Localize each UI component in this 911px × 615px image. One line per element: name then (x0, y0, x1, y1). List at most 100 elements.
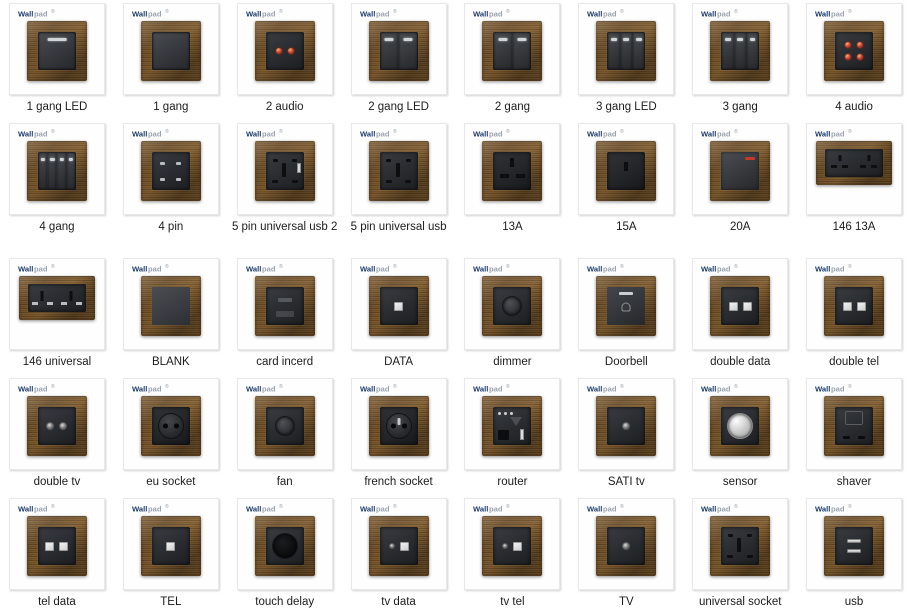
product-photo (465, 21, 559, 81)
svg-text:pad: pad (717, 9, 731, 18)
product-card[interactable]: Wall pad ® (122, 378, 219, 470)
product-card[interactable]: Wall pad ® (692, 378, 789, 470)
product-tile[interactable]: Wall pad ® 20A (683, 120, 797, 255)
product-card[interactable]: Wall pad ® (692, 258, 789, 350)
product-tile[interactable]: Wall pad ® french socket (342, 375, 456, 495)
product-card[interactable]: Wall pad ® (236, 3, 333, 95)
product-card[interactable]: Wall pad ® (578, 378, 675, 470)
product-card[interactable]: Wall pad ® (806, 378, 903, 470)
product-card[interactable]: Wall pad ® (236, 258, 333, 350)
product-tile[interactable]: Wall pad ® 2 gang LED (342, 0, 456, 120)
product-tile[interactable]: Wall pad ® 4 audio (797, 0, 911, 120)
product-card[interactable]: Wall pad ® (464, 378, 561, 470)
product-tile[interactable]: Wall pad ® card incerd (228, 255, 342, 375)
product-card[interactable]: Wall pad ® (236, 498, 333, 590)
product-card[interactable]: Wall pad ® (8, 123, 105, 215)
product-tile[interactable]: Wall pad ® tv tel (456, 495, 570, 615)
product-card[interactable]: Wall pad ® (8, 378, 105, 470)
svg-text:®: ® (165, 264, 169, 270)
svg-text:pad: pad (34, 129, 48, 138)
product-card[interactable]: Wall pad ® (692, 3, 789, 95)
product-card[interactable]: Wall pad ® (122, 3, 219, 95)
product-card[interactable]: Wall pad ® (122, 258, 219, 350)
product-card[interactable]: Wall pad ® (692, 498, 789, 590)
product-tile[interactable]: Wall pad ® dimmer (456, 255, 570, 375)
product-card[interactable]: Wall pad ® (806, 123, 903, 215)
product-card[interactable]: Wall pad ® (8, 258, 105, 350)
product-tile[interactable]: Wall pad ® TV (569, 495, 683, 615)
product-tile[interactable]: Wall pad ® 2 audio (228, 0, 342, 120)
product-tile[interactable]: Wall pad ® 5 pin universal usb (342, 120, 456, 255)
product-photo (10, 396, 104, 456)
product-tile[interactable]: Wall pad ® 13A (456, 120, 570, 255)
product-tile[interactable]: Wall pad ® tel data (0, 495, 114, 615)
product-tile[interactable]: Wall pad ® 3 gang LED (569, 0, 683, 120)
product-card[interactable]: Wall pad ® (806, 3, 903, 95)
product-card[interactable]: Wall pad ® (578, 498, 675, 590)
product-card[interactable]: Wall pad ® (806, 498, 903, 590)
product-card[interactable]: Wall pad ® (236, 123, 333, 215)
product-tile[interactable]: Wall pad ® 146 13A (797, 120, 911, 255)
svg-text:®: ® (620, 504, 624, 510)
product-tile[interactable]: Wall pad ® 146 universal (0, 255, 114, 375)
product-tile[interactable]: Wall pad ® 2 gang (456, 0, 570, 120)
product-tile[interactable]: Wall pad ® double tv (0, 375, 114, 495)
product-tile[interactable]: Wall pad ® eu socket (114, 375, 228, 495)
product-photo (238, 276, 332, 336)
product-card[interactable]: Wall pad ® (350, 123, 447, 215)
product-card[interactable]: Wall pad ® (464, 258, 561, 350)
product-card[interactable]: Wall pad ® (692, 123, 789, 215)
brand-logo-icon: Wall pad ® (360, 264, 404, 273)
product-label: 5 pin universal usb 2 (231, 221, 338, 233)
product-tile[interactable]: Wall pad ® universal socket (683, 495, 797, 615)
led-indicator (619, 291, 634, 295)
product-card[interactable]: Wall pad ® (578, 123, 675, 215)
product-card[interactable]: Wall pad ® (464, 3, 561, 95)
product-tile[interactable]: Wall pad ® fan (228, 375, 342, 495)
product-card[interactable]: Wall pad ® (464, 123, 561, 215)
product-tile[interactable]: Wall pad ® BLANK (114, 255, 228, 375)
product-tile[interactable]: Wall pad ® touch delay (228, 495, 342, 615)
product-tile[interactable]: Wall pad ® DATA (342, 255, 456, 375)
product-card[interactable]: Wall pad ® (8, 3, 105, 95)
product-card[interactable]: Wall pad ® (8, 498, 105, 590)
product-tile[interactable]: Wall pad ® 4 gang (0, 120, 114, 255)
product-card[interactable]: Wall pad ® (350, 3, 447, 95)
product-tile[interactable]: Wall pad ® double tel (797, 255, 911, 375)
brand-logo-icon: Wall pad ® (473, 9, 517, 18)
product-card[interactable]: Wall pad ® (578, 3, 675, 95)
product-tile[interactable]: Wall pad ® 1 gang (114, 0, 228, 120)
product-tile[interactable]: Wall pad ® sensor (683, 375, 797, 495)
product-tile[interactable]: Wall pad ® double data (683, 255, 797, 375)
brand-logo-icon: Wall pad ® (587, 384, 631, 393)
usb-port (847, 549, 862, 553)
product-card[interactable]: Wall pad ® (122, 123, 219, 215)
product-tile[interactable]: Wall pad ® shaver (797, 375, 911, 495)
product-tile[interactable]: Wall pad ® 1 gang LED (0, 0, 114, 120)
product-tile[interactable]: Wall pad ® usb (797, 495, 911, 615)
product-tile[interactable]: Wall pad ® Doorbell (569, 255, 683, 375)
product-card[interactable]: Wall pad ® (350, 378, 447, 470)
brand-logo-icon: Wall pad ® (360, 9, 404, 18)
product-tile[interactable]: Wall pad ® 5 pin universal usb 2 (228, 120, 342, 255)
brand-logo-icon: Wall pad ® (246, 264, 290, 273)
product-tile[interactable]: Wall pad ® SATI tv (569, 375, 683, 495)
product-card[interactable]: Wall pad ® (806, 258, 903, 350)
product-card[interactable]: Wall pad ® (122, 498, 219, 590)
product-card[interactable]: Wall pad ® (578, 258, 675, 350)
product-photo (693, 276, 787, 336)
product-tile[interactable]: Wall pad ® 4 pin (114, 120, 228, 255)
product-card[interactable]: Wall pad ® (350, 498, 447, 590)
product-label: 1 gang LED (26, 101, 88, 113)
product-card[interactable]: Wall pad ® (236, 378, 333, 470)
product-card[interactable]: Wall pad ® (464, 498, 561, 590)
product-card[interactable]: Wall pad ® (350, 258, 447, 350)
product-tile[interactable]: Wall pad ® 15A (569, 120, 683, 255)
product-tile[interactable]: Wall pad ® router (456, 375, 570, 495)
svg-text:®: ® (165, 504, 169, 510)
product-tile[interactable]: Wall pad ® 3 gang (683, 0, 797, 120)
product-tile[interactable]: Wall pad ® tv data (342, 495, 456, 615)
rj45-jack (59, 541, 69, 551)
product-tile[interactable]: Wall pad ® TEL (114, 495, 228, 615)
wood-faceplate (596, 516, 657, 576)
